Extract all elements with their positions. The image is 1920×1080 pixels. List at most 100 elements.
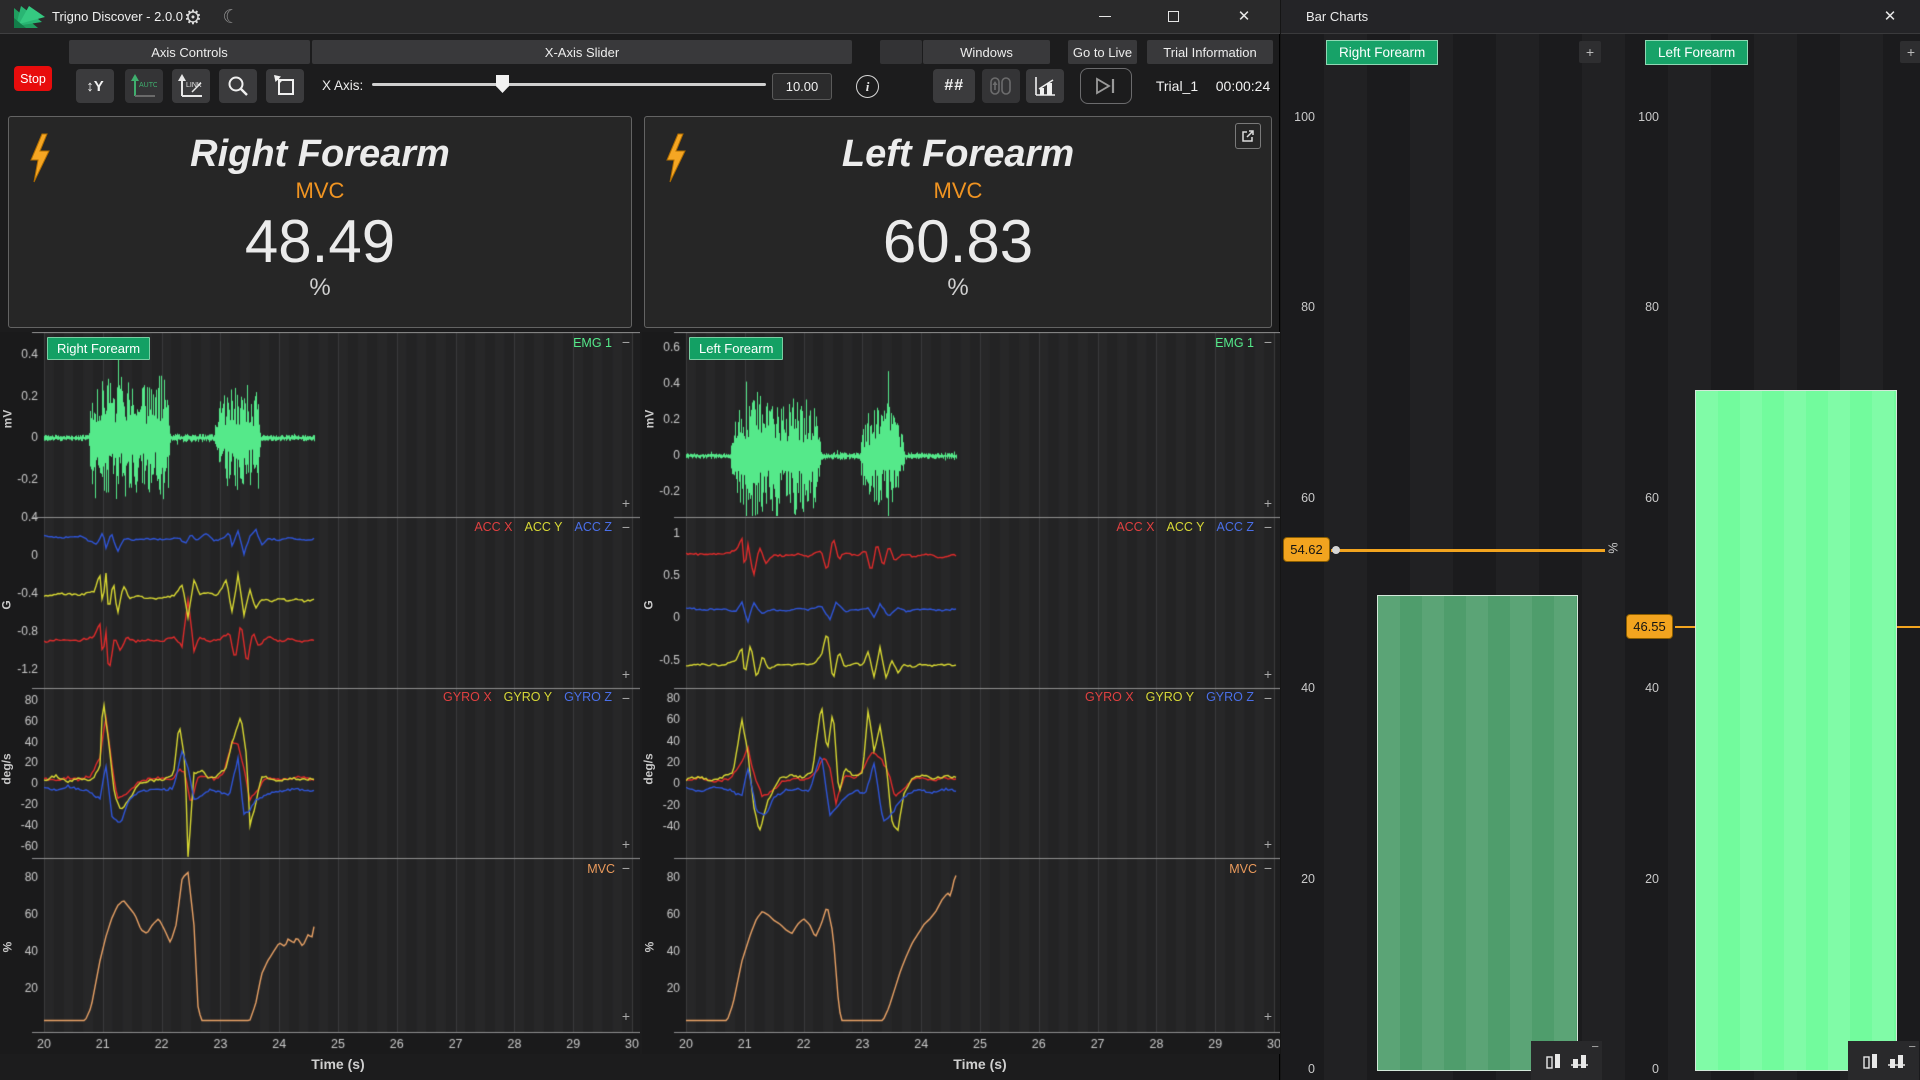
collapse-chart-button[interactable]: − <box>1908 1039 1916 1054</box>
x-axis-title: Time (s) <box>686 1056 1274 1072</box>
bar-axis-tick: 80 <box>1629 300 1659 314</box>
x-axis-label: X Axis: <box>322 78 363 93</box>
x-axis-slider-track[interactable] <box>372 83 766 86</box>
outline-bar-chart-button[interactable] <box>1862 1052 1879 1069</box>
expand-row-button[interactable]: + <box>619 1010 633 1024</box>
x-axis-title: Time (s) <box>44 1056 632 1072</box>
toggle-values-button[interactable]: ## <box>933 69 975 103</box>
mvc-unit: % <box>9 274 631 302</box>
bar-charts-window: Bar Charts ✕ Right Forearm + 10080604020… <box>1281 0 1920 1080</box>
mvc-metric-label: MVC <box>9 178 631 204</box>
x-axis-slider-thumb[interactable] <box>496 75 509 93</box>
y-axis-unit: mV <box>0 410 14 429</box>
bar-axis-tick: 100 <box>1629 110 1659 124</box>
expand-row-button[interactable]: + <box>1261 838 1275 852</box>
minimize-icon <box>1099 16 1111 17</box>
y-axis-unit: G <box>0 600 14 609</box>
expand-row-button[interactable]: + <box>1261 668 1275 682</box>
zoom-button[interactable] <box>219 69 257 103</box>
mvc-panel-title: Right Forearm <box>9 133 631 176</box>
y-axis-unit: mV <box>642 410 656 429</box>
mvc-panel-left-forearm: Left Forearm MVC 60.83 % <box>644 116 1272 328</box>
trial-name: Trial_1 <box>1146 78 1208 94</box>
close-bar-charts-button[interactable]: ✕ <box>1878 7 1902 27</box>
expand-row-button[interactable]: + <box>619 497 633 511</box>
y-axis-unit: deg/s <box>0 753 14 784</box>
close-button[interactable]: ✕ <box>1222 0 1266 32</box>
tab-trial-information[interactable]: Trial Information <box>1147 40 1273 64</box>
add-chart-button[interactable]: + <box>1900 41 1920 63</box>
filled-bar-chart-button[interactable] <box>1887 1052 1906 1069</box>
maximize-button[interactable] <box>1151 0 1195 32</box>
settings-gear-icon[interactable]: ⚙ <box>178 3 208 31</box>
svg-text:AUTO: AUTO <box>139 82 157 89</box>
mvc-unit: % <box>645 274 1271 302</box>
collapse-row-button[interactable]: − <box>619 336 633 350</box>
legend-gyro: GYRO XGYRO YGYRO Z <box>400 690 612 704</box>
tab-windows[interactable]: Windows <box>923 40 1050 64</box>
auto-scale-icon: AUTO <box>131 74 157 98</box>
bar-left-forearm <box>1695 390 1897 1071</box>
mvc-value: 60.83 <box>645 212 1271 272</box>
title-bar: Trigno Discover - 2.0.0 ⚙ ☾ ✕ <box>0 0 1280 34</box>
skip-to-end-button[interactable] <box>1080 68 1132 104</box>
legend-acc: ACC XACC YACC Z <box>410 520 612 534</box>
legend-acc: ACC XACC YACC Z <box>1052 520 1254 534</box>
collapse-row-button[interactable]: − <box>619 521 633 535</box>
chart-type-controls: − <box>1848 1041 1919 1080</box>
collapse-row-button[interactable]: − <box>619 692 633 706</box>
auto-scale-button[interactable]: AUTO <box>125 69 163 103</box>
bar-charts-window-title: Bar Charts <box>1306 9 1368 24</box>
threshold-value-badge[interactable]: 46.55 <box>1626 614 1673 639</box>
mvc-metric-label: MVC <box>645 178 1271 204</box>
legend-emg: EMG 1 <box>450 336 612 350</box>
collapse-row-button[interactable]: − <box>1261 521 1275 535</box>
collapse-row-button[interactable]: − <box>1261 336 1275 350</box>
muscle-map-icon <box>988 75 1014 97</box>
skip-to-end-icon <box>1093 77 1119 95</box>
mvc-panel-title: Left Forearm <box>645 133 1271 176</box>
sensor-badge: Left Forearm <box>689 337 783 360</box>
bar-axis-tick: 40 <box>1629 681 1659 695</box>
collapse-row-button[interactable]: − <box>1261 862 1275 876</box>
trigno-logo-icon <box>12 4 46 30</box>
link-axes-button[interactable]: LINK <box>172 69 210 103</box>
expand-row-button[interactable]: + <box>619 668 633 682</box>
tab-spacer[interactable] <box>880 40 922 64</box>
expand-row-button[interactable]: + <box>1261 1010 1275 1024</box>
magnifier-icon <box>227 75 249 97</box>
lightning-bolt-icon <box>661 133 691 183</box>
tab-axis-controls[interactable]: Axis Controls <box>69 40 310 64</box>
popout-button[interactable] <box>1235 123 1261 149</box>
hash-icon: ## <box>944 77 964 95</box>
popout-icon <box>1241 129 1255 143</box>
y-scale-button[interactable]: ↕Y <box>76 69 114 103</box>
bar-axis-tick: 0 <box>1629 1062 1659 1076</box>
minimize-button[interactable] <box>1083 0 1127 32</box>
bar-chart-icon <box>1033 75 1057 97</box>
lightning-bolt-icon <box>25 133 55 183</box>
dark-mode-moon-icon[interactable]: ☾ <box>216 3 246 31</box>
stop-button[interactable]: Stop <box>14 66 52 91</box>
tab-go-to-live[interactable]: Go to Live <box>1068 40 1137 64</box>
y-axis-unit: % <box>0 942 14 953</box>
collapse-row-button[interactable]: − <box>619 862 633 876</box>
expand-row-button[interactable]: + <box>1261 497 1275 511</box>
legend-emg: EMG 1 <box>1092 336 1254 350</box>
legend-mvc: MVC <box>500 862 615 876</box>
info-button[interactable]: i <box>856 75 879 98</box>
tab-x-axis-slider[interactable]: X-Axis Slider <box>312 40 852 64</box>
y-axis-unit: % <box>642 942 656 953</box>
expand-row-button[interactable]: + <box>619 838 633 852</box>
bar-axis-tick: 60 <box>1629 491 1659 505</box>
muscle-map-button[interactable] <box>982 69 1020 103</box>
bar-charts-button[interactable] <box>1026 69 1064 103</box>
elapsed-time: 00:00:24 <box>1210 78 1276 94</box>
bar-charts-title-bar: Bar Charts ✕ <box>1281 0 1920 34</box>
collapse-row-button[interactable]: − <box>1261 692 1275 706</box>
region-select-button[interactable] <box>266 69 304 103</box>
x-axis-value-field[interactable]: 10.00 <box>772 73 832 100</box>
legend-gyro: GYRO XGYRO YGYRO Z <box>1042 690 1254 704</box>
bar-chart-left-forearm: Left Forearm + 100806040200 46.55 − <box>1281 34 1920 1080</box>
y-axis-unit: deg/s <box>642 753 656 784</box>
